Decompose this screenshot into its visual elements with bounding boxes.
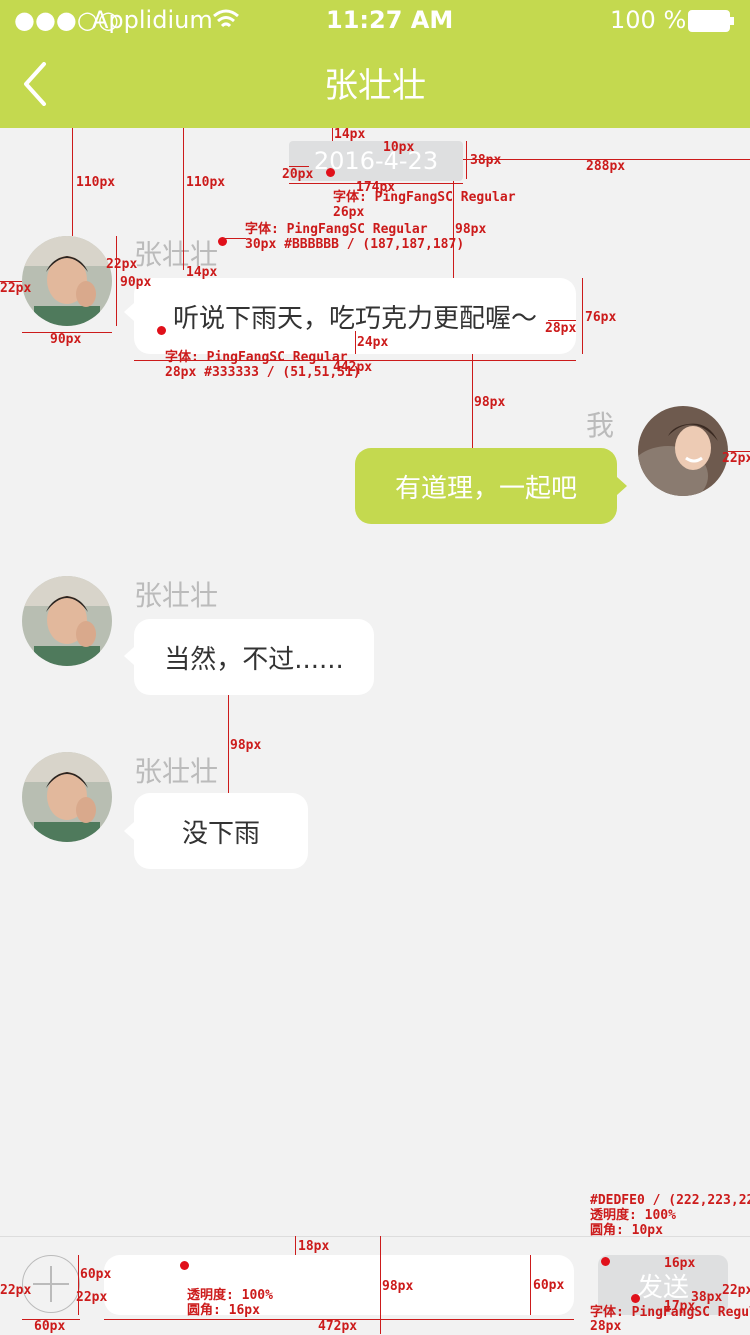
annotation-note: 30px #BBBBBB / (187,187,187) [245, 237, 465, 252]
measure-label: 22px [0, 281, 32, 296]
annotation-note: 字体: PingFangSC Regular [165, 350, 348, 365]
annotation-note: 字体: PingFangSC Regular [245, 222, 428, 237]
measure-line [183, 128, 184, 270]
measure-label: 60px [80, 1267, 112, 1282]
annotation-note: 圆角: 10px [590, 1223, 663, 1238]
annotation-dot [631, 1294, 640, 1303]
annotation-note: 28px [590, 1319, 622, 1334]
sender-name: 张壮壮 [134, 755, 219, 788]
battery-percent: 100 % [610, 6, 687, 34]
avatar-zhangzhuangzhuang[interactable] [22, 576, 112, 666]
measure-label: 110px [186, 175, 226, 190]
measure-line [224, 238, 246, 239]
measure-line [582, 278, 583, 354]
annotation-note: #DEDFE0 / (222,223,224) [590, 1193, 750, 1208]
measure-label: 22px [722, 1283, 750, 1298]
measure-label: 14px [334, 127, 366, 142]
measure-line [530, 1255, 531, 1315]
measure-label: 38px [691, 1290, 723, 1305]
measure-label: 18px [298, 1239, 330, 1254]
measure-label: 90px [120, 275, 152, 290]
avatar-zhangzhuangzhuang[interactable] [22, 752, 112, 842]
bubble-tail [124, 303, 134, 321]
annotation-dot [326, 168, 335, 177]
measure-label: 16px [664, 1256, 696, 1271]
plus-icon [33, 1266, 69, 1302]
sender-name: 张壮壮 [134, 579, 219, 612]
measure-label: 22px [76, 1290, 108, 1305]
bubble-tail [124, 647, 134, 665]
annotation-note: 字体: PingFangSC Regular [333, 190, 516, 205]
avatar-me[interactable] [638, 406, 728, 496]
measure-line [72, 128, 73, 236]
measure-label: 472px [318, 1319, 358, 1334]
annotation-note: 28px #333333 / (51,51,51) [165, 365, 361, 380]
measure-line [466, 141, 467, 179]
measure-label: 38px [470, 153, 502, 168]
wifi-icon [212, 8, 240, 32]
sender-name: 我 [586, 409, 615, 442]
measure-label: 20px [282, 167, 314, 182]
measure-line [355, 331, 356, 354]
annotation-note: 26px [333, 205, 365, 220]
measure-label: 76px [585, 310, 617, 325]
measure-line [453, 181, 454, 278]
carrier-label: Applidium [92, 6, 213, 34]
measure-line [228, 695, 229, 793]
measure-label: 14px [186, 265, 218, 280]
avatar-zhangzhuangzhuang[interactable] [22, 236, 112, 326]
date-separator: 2016-4-23 [289, 141, 463, 181]
annotation-dot [157, 326, 166, 335]
message-bubble[interactable]: 没下雨 [134, 793, 308, 869]
battery-icon [688, 10, 736, 32]
measure-line [116, 236, 117, 326]
clock: 11:27 AM [326, 6, 454, 34]
annotation-dot [180, 1261, 189, 1270]
measure-label: 22px [106, 257, 138, 272]
chat-title: 张壮壮 [324, 66, 426, 106]
measure-label: 98px [382, 1279, 414, 1294]
annotation-note: 圆角: 16px [187, 1303, 260, 1318]
message-input[interactable] [104, 1255, 574, 1315]
measure-label: 60px [533, 1278, 565, 1293]
message-bubble-mine[interactable]: 有道理，一起吧 [355, 448, 617, 524]
measure-label: 24px [357, 335, 389, 350]
measure-label: 90px [50, 332, 82, 347]
measure-line [78, 1255, 79, 1315]
measure-label: 110px [76, 175, 116, 190]
annotation-note: 透明度: 100% [187, 1288, 273, 1303]
annotation-note: 透明度: 100% [590, 1208, 676, 1223]
measure-line [332, 128, 333, 141]
measure-line [295, 1236, 296, 1255]
message-bubble[interactable]: 当然，不过...... [134, 619, 374, 695]
bubble-tail [617, 477, 627, 495]
measure-label: 10px [383, 140, 415, 155]
bubble-tail [124, 822, 134, 840]
annotation-dot [601, 1257, 610, 1266]
measure-label: 60px [34, 1319, 66, 1334]
measure-line [472, 354, 473, 448]
measure-label: 28px [545, 321, 577, 336]
measure-label: 288px [586, 159, 626, 174]
measure-label: 98px [230, 738, 262, 753]
measure-label: 98px [455, 222, 487, 237]
measure-label: 22px [0, 1283, 32, 1298]
measure-label: 98px [474, 395, 506, 410]
measure-label: 22px [722, 451, 750, 466]
